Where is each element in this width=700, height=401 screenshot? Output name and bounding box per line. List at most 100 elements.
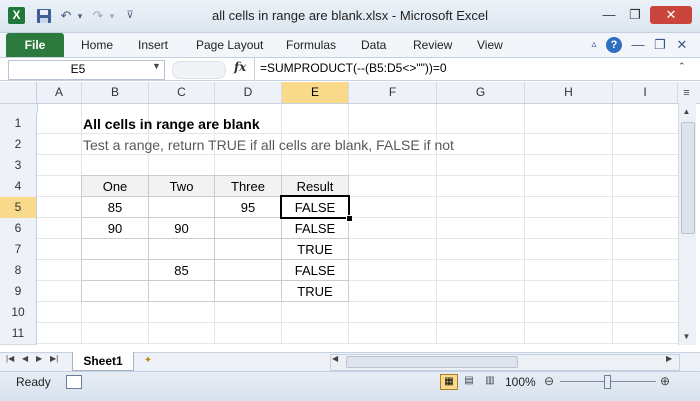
status-ready: Ready [16, 375, 51, 389]
tab-page-layout[interactable]: Page Layout [196, 38, 263, 52]
restore-button[interactable]: ❐ [624, 6, 646, 24]
sheet-subtitle: Test a range, return TRUE if all cells a… [83, 137, 454, 153]
workbook-minimize-icon[interactable]: — [630, 37, 646, 53]
column-header-a[interactable]: A [37, 82, 82, 103]
table-header-one[interactable]: One [82, 176, 148, 197]
record-macro-icon[interactable] [66, 375, 82, 389]
formula-divider [254, 58, 255, 80]
row-header-3[interactable]: 3 [0, 155, 37, 177]
scroll-left-icon[interactable]: ◀ [332, 354, 338, 363]
table-cell-result[interactable]: TRUE [282, 281, 348, 302]
row-header-9[interactable]: 9 [0, 281, 37, 303]
table-cell[interactable] [82, 239, 148, 260]
window-title: all cells in range are blank.xlsx - Micr… [212, 8, 488, 23]
last-sheet-icon[interactable]: ▶| [50, 354, 58, 363]
help-icon[interactable]: ? [606, 37, 622, 53]
normal-view-icon[interactable]: ▦ [440, 374, 458, 390]
column-header-d[interactable]: D [215, 82, 282, 103]
minimize-ribbon-icon[interactable]: ▵ [586, 37, 602, 53]
column-header-b[interactable]: B [82, 82, 149, 103]
table-cell[interactable] [82, 260, 148, 281]
next-sheet-icon[interactable]: ▶ [36, 354, 42, 363]
column-header-c[interactable]: C [149, 82, 215, 103]
sheet-title: All cells in range are blank [83, 116, 260, 132]
expand-formula-bar-icon[interactable]: ⌃ [678, 61, 686, 72]
fill-handle[interactable] [346, 215, 353, 222]
name-box-dropdown-icon[interactable]: ▼ [152, 61, 161, 71]
tab-home[interactable]: Home [81, 38, 113, 52]
select-all-button[interactable] [0, 82, 37, 103]
status-bar [0, 371, 700, 401]
table-cell[interactable] [215, 218, 281, 239]
table-cell[interactable] [149, 281, 214, 302]
page-break-preview-icon[interactable]: ▥ [482, 374, 498, 388]
table-cell-result[interactable]: FALSE [282, 218, 348, 239]
workbook-restore-icon[interactable]: ❐ [652, 37, 668, 53]
table-cell[interactable] [149, 239, 214, 260]
row-header-6[interactable]: 6 [0, 218, 37, 240]
gridline [37, 322, 678, 323]
tab-formulas[interactable]: Formulas [286, 38, 336, 52]
table-cell[interactable]: 90 [149, 218, 214, 239]
scroll-right-icon[interactable]: ▶ [666, 354, 672, 363]
row-header-2[interactable]: 2 [0, 134, 37, 156]
active-cell-outline [280, 195, 350, 219]
first-sheet-icon[interactable]: |◀ [6, 354, 14, 363]
sheet-tab-sheet1[interactable]: Sheet1 [72, 352, 134, 371]
row-header-11[interactable]: 11 [0, 323, 37, 345]
table-cell[interactable] [215, 239, 281, 260]
insert-function-icon[interactable]: fx [234, 60, 246, 74]
table-cell[interactable]: 85 [149, 260, 214, 281]
column-header-f[interactable]: F [349, 82, 437, 103]
insert-worksheet-icon[interactable]: ✦ [140, 354, 156, 367]
zoom-in-icon[interactable]: ⊕ [660, 374, 670, 388]
name-box-value: E5 [70, 62, 86, 76]
prev-sheet-icon[interactable]: ◀ [22, 354, 28, 363]
scroll-down-icon[interactable]: ▼ [680, 330, 693, 344]
row-header-spacer [0, 104, 38, 113]
close-button[interactable]: ✕ [650, 6, 692, 24]
row-header-7[interactable]: 7 [0, 239, 37, 261]
tab-view[interactable]: View [477, 38, 503, 52]
table-cell[interactable]: 85 [82, 197, 148, 218]
table-cell[interactable] [149, 197, 214, 218]
vertical-scroll-thumb[interactable] [681, 122, 695, 234]
workbook-close-icon[interactable]: ✕ [674, 37, 690, 53]
formula-bar-separator [172, 61, 226, 79]
row-header-1[interactable]: 1 [0, 113, 37, 135]
table-cell[interactable] [82, 281, 148, 302]
tab-review[interactable]: Review [413, 38, 452, 52]
scroll-up-icon[interactable]: ▲ [680, 105, 693, 119]
table-cell[interactable] [215, 260, 281, 281]
tab-data[interactable]: Data [361, 38, 386, 52]
row-header-5[interactable]: 5 [0, 197, 37, 219]
page-layout-view-icon[interactable]: ▤ [461, 374, 477, 388]
row-header-8[interactable]: 8 [0, 260, 37, 282]
row-header-4[interactable]: 4 [0, 176, 37, 198]
split-box-icon[interactable]: ≡ [680, 84, 693, 102]
minimize-button[interactable]: — [598, 6, 620, 24]
formula-input[interactable]: =SUMPRODUCT(--(B5:D5<>""))=0 [260, 61, 447, 75]
table-cell[interactable] [215, 281, 281, 302]
table-header-three[interactable]: Three [215, 176, 281, 197]
gridline [37, 154, 678, 155]
table-cell-result[interactable]: TRUE [282, 239, 348, 260]
table-cell[interactable]: 95 [215, 197, 281, 218]
column-header-e[interactable]: E [282, 82, 349, 103]
zoom-slider-thumb[interactable] [604, 375, 611, 389]
table-cell-result[interactable]: FALSE [282, 260, 348, 281]
gridline [524, 104, 525, 344]
table-header-two[interactable]: Two [149, 176, 214, 197]
gridline [612, 104, 613, 344]
horizontal-scroll-thumb[interactable] [346, 356, 518, 368]
tab-file[interactable]: File [6, 33, 64, 57]
tab-insert[interactable]: Insert [138, 38, 168, 52]
table-header-result[interactable]: Result [282, 176, 348, 197]
row-header-10[interactable]: 10 [0, 302, 37, 324]
column-header-g[interactable]: G [437, 82, 525, 103]
table-cell[interactable]: 90 [82, 218, 148, 239]
zoom-level[interactable]: 100% [505, 375, 536, 389]
column-header-i[interactable]: I [613, 82, 678, 103]
column-header-h[interactable]: H [525, 82, 613, 103]
zoom-out-icon[interactable]: ⊖ [544, 374, 554, 388]
